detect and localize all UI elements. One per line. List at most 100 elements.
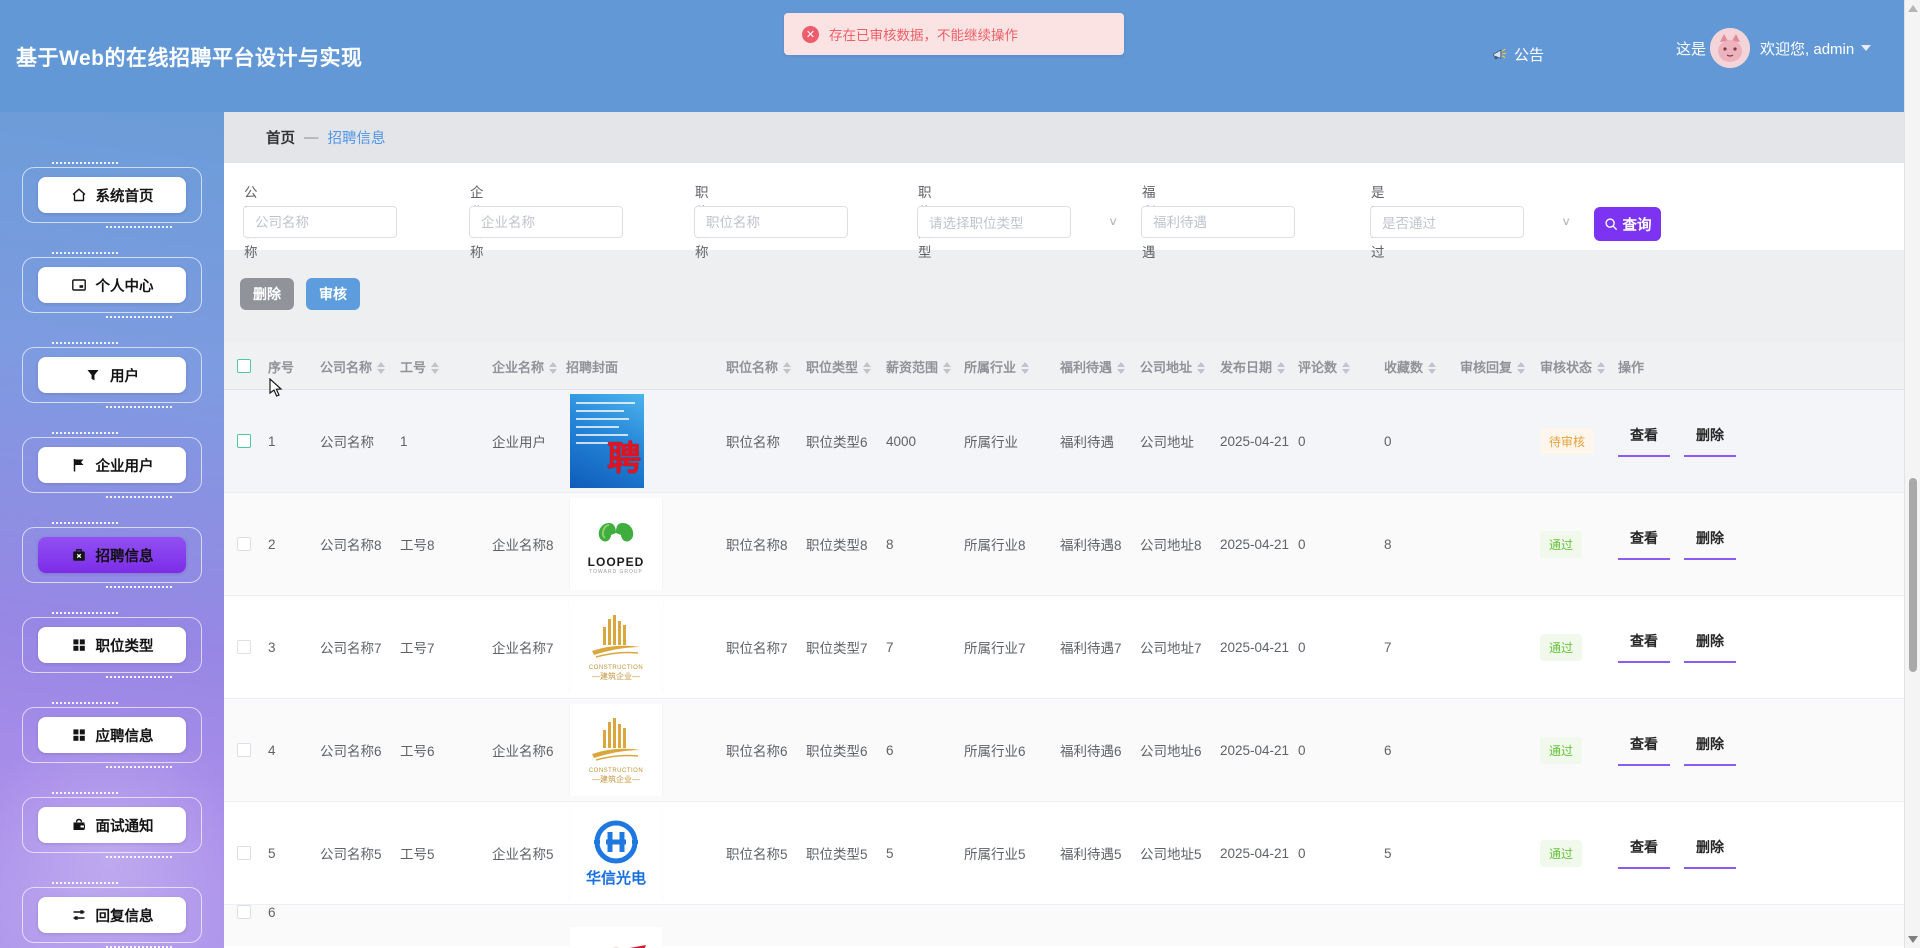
table-header-reply[interactable]: 审核回复 [1460, 357, 1540, 376]
delete-button[interactable]: 删除 [1684, 734, 1736, 766]
sidebar-pill[interactable]: 用户 [38, 357, 186, 393]
sidebar-pill[interactable]: 应聘信息 [38, 717, 186, 753]
sort-arrows-icon[interactable] [1117, 362, 1126, 375]
sort-arrows-icon[interactable] [1517, 362, 1526, 375]
sidebar-pill[interactable]: 系统首页 [38, 177, 186, 213]
filter-input[interactable] [469, 206, 623, 238]
cell-welfare: 福利待遇6 [1060, 744, 1122, 759]
cell-type: 职位类型5 [806, 847, 868, 862]
sort-arrows-icon[interactable] [943, 362, 952, 375]
delete-button[interactable]: 删除 [1684, 528, 1736, 560]
table-header-favorites[interactable]: 收藏数 [1384, 357, 1460, 376]
cell-comments: 0 [1298, 742, 1306, 758]
bulk-delete-button[interactable]: 删除 [240, 278, 294, 310]
cell-industry: 所属行业8 [964, 538, 1026, 553]
sort-arrows-icon[interactable] [377, 362, 386, 375]
sidebar-item-4[interactable]: 企业用户 [22, 432, 202, 498]
view-button[interactable]: 查看 [1618, 631, 1670, 663]
bulk-review-button[interactable]: 审核 [306, 278, 360, 310]
table-header-company[interactable]: 公司名称 [320, 357, 400, 376]
row-checkbox[interactable] [237, 743, 251, 757]
view-button[interactable]: 查看 [1618, 528, 1670, 560]
vertical-scrollbar[interactable] [1904, 0, 1920, 948]
select-all-checkbox[interactable] [237, 359, 251, 373]
cell-position: 职位名称5 [726, 847, 788, 862]
row-checkbox[interactable] [237, 640, 251, 654]
filter-select[interactable]: 是否通过 [1370, 206, 1524, 238]
delete-button[interactable]: 删除 [1684, 425, 1736, 457]
filter-select[interactable]: 请选择职位类型 [917, 206, 1071, 238]
chevron-down-icon[interactable]: ∨ [1108, 215, 1118, 229]
sidebar-item-5[interactable]: 招聘信息 [22, 522, 202, 588]
sidebar-item-8[interactable]: 面试通知 [22, 792, 202, 858]
breadcrumb-current[interactable]: 招聘信息 [328, 127, 386, 148]
sort-arrows-icon[interactable] [1277, 362, 1286, 375]
row-checkbox[interactable] [237, 537, 251, 551]
sidebar-pill[interactable]: 企业用户 [38, 447, 186, 483]
sidebar-pill[interactable]: 回复信息 [38, 897, 186, 933]
filter-input[interactable] [243, 206, 397, 238]
sidebar-item-2[interactable]: 个人中心 [22, 252, 202, 318]
table-header-worker_id[interactable]: 工号 [400, 357, 492, 376]
sort-arrows-icon[interactable] [1597, 362, 1606, 375]
sort-arrows-icon[interactable] [1197, 362, 1206, 375]
breadcrumb-home[interactable]: 首页 [266, 127, 295, 148]
sidebar-pill[interactable]: 面试通知 [38, 807, 186, 843]
table-header-enterprise[interactable]: 企业名称 [492, 357, 566, 376]
sidebar-item-9[interactable]: 回复信息 [22, 882, 202, 948]
filter-input[interactable] [1141, 206, 1295, 238]
view-button[interactable]: 查看 [1618, 837, 1670, 869]
scroll-up-arrow-icon[interactable] [1908, 5, 1918, 12]
row-checkbox[interactable] [237, 434, 251, 448]
view-button[interactable]: 查看 [1618, 734, 1670, 766]
sidebar-item-1[interactable]: 系统首页 [22, 162, 202, 228]
sidebar-item-label: 招聘信息 [95, 548, 154, 565]
company-logo-construction: CONSTRUCTION —建筑企业— [570, 601, 662, 693]
row-checkbox[interactable] [237, 905, 251, 919]
status-badge: 通过 [1540, 633, 1583, 661]
table-header-industry[interactable]: 所属行业 [964, 357, 1060, 376]
table-header-status[interactable]: 审核状态 [1540, 357, 1618, 376]
table-header-welfare[interactable]: 福利待遇 [1060, 357, 1140, 376]
sidebar-item-7[interactable]: 应聘信息 [22, 702, 202, 768]
sidebar-item-3[interactable]: 用户 [22, 342, 202, 408]
sidebar-pill[interactable]: 个人中心 [38, 267, 186, 303]
cell-enterprise: 企业名称5 [492, 847, 554, 862]
scroll-down-arrow-icon[interactable] [1908, 936, 1918, 943]
table-header-salary[interactable]: 薪资范围 [886, 357, 964, 376]
sort-arrows-icon[interactable] [863, 362, 872, 375]
row-checkbox[interactable] [237, 846, 251, 860]
user-menu[interactable]: 这是 欢迎您, admin [1676, 28, 1872, 68]
id-card-icon [71, 277, 87, 293]
avatar[interactable] [1710, 28, 1751, 68]
sort-arrows-icon[interactable] [1342, 362, 1351, 375]
cell-enterprise: 企业用户 [492, 435, 546, 450]
filter-input[interactable] [694, 206, 848, 238]
sidebar-pill[interactable]: 职位类型 [38, 627, 186, 663]
column-label: 公司地址 [1140, 359, 1193, 375]
view-button[interactable]: 查看 [1618, 425, 1670, 457]
column-label: 序号 [268, 359, 295, 375]
sort-arrows-icon[interactable] [1021, 362, 1030, 375]
sidebar-item-6[interactable]: 职位类型 [22, 612, 202, 678]
delete-button[interactable]: 删除 [1684, 631, 1736, 663]
sort-arrows-icon[interactable] [783, 362, 792, 375]
caret-down-icon[interactable] [1861, 45, 1872, 51]
main-content: 首页 — 招聘信息 公司名称企业名称职位名称职位类型请选择职位类型∨福利待遇是否… [224, 112, 1904, 948]
sidebar-pill[interactable]: 招聘信息 [38, 537, 186, 573]
table-header-type[interactable]: 职位类型 [806, 357, 886, 376]
search-button[interactable]: 查询 [1594, 207, 1661, 241]
table-header-address[interactable]: 公司地址 [1140, 357, 1220, 376]
sort-arrows-icon[interactable] [431, 362, 440, 375]
sort-arrows-icon[interactable] [1428, 362, 1437, 375]
chevron-down-icon[interactable]: ∨ [1561, 215, 1571, 229]
announcement-link[interactable]: 公告 [1492, 44, 1544, 65]
cell-salary: 4000 [886, 433, 917, 449]
table-header-date[interactable]: 发布日期 [1220, 357, 1298, 376]
frame-decoration [106, 586, 172, 588]
delete-button[interactable]: 删除 [1684, 837, 1736, 869]
table-header-position[interactable]: 职位名称 [726, 357, 806, 376]
sort-arrows-icon[interactable] [549, 362, 558, 375]
scrollbar-thumb[interactable] [1909, 478, 1917, 672]
table-header-comments[interactable]: 评论数 [1298, 357, 1384, 376]
